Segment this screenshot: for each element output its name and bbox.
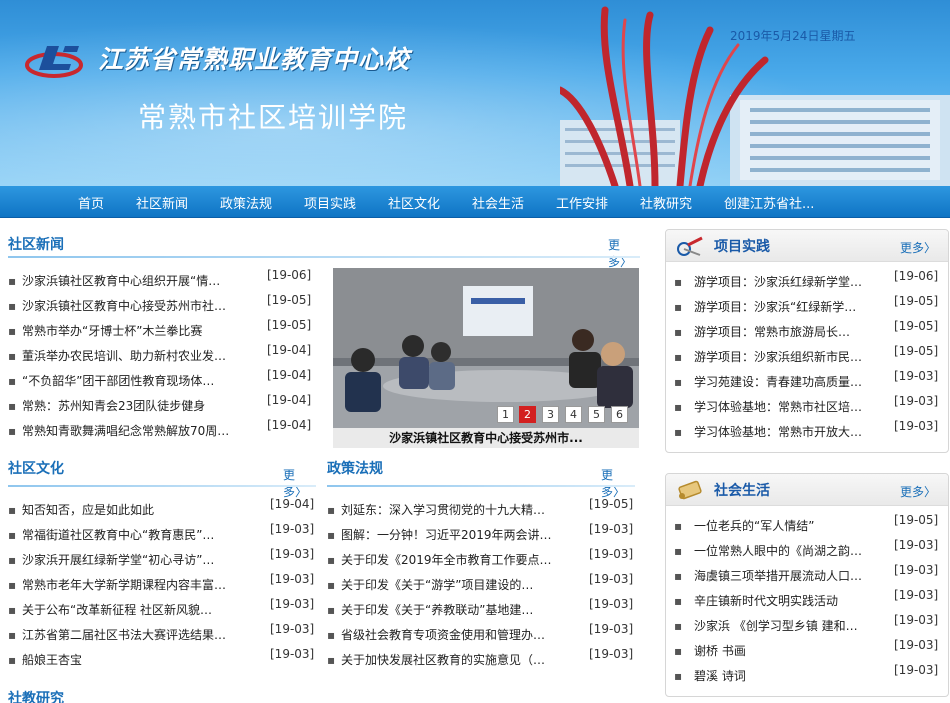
nav-work-plan[interactable]: 工作安排 <box>556 193 608 212</box>
projects-box-header: 项目实践 更多〉 <box>666 230 948 262</box>
nav-community-news[interactable]: 社区新闻 <box>136 193 188 212</box>
bullet-icon: ▪ <box>8 349 17 363</box>
divider <box>8 256 640 258</box>
nav-research[interactable]: 社教研究 <box>640 193 692 212</box>
bullet-icon: ▪ <box>327 653 336 667</box>
bullet-icon: ▪ <box>8 299 17 313</box>
divider <box>327 485 635 487</box>
policy-list: ▪ 刘延东：深入学习贯彻党的十九大精… [19-05] ▪ 图解：一分钟！习近平201… <box>327 497 637 673</box>
bullet-icon: ▪ <box>674 275 683 289</box>
social-life-more-link[interactable]: 更多〉 <box>900 483 936 500</box>
bullet-icon: ▪ <box>8 553 17 567</box>
projects-title: 项目实践 <box>714 239 770 255</box>
social-life-title: 社会生活 <box>714 483 770 499</box>
school-name: 江苏省常熟职业教育中心校 <box>98 45 411 74</box>
bullet-icon: ▪ <box>8 324 17 338</box>
nav-projects[interactable]: 项目实践 <box>304 193 356 212</box>
bullet-icon: ▪ <box>8 274 17 288</box>
main-nav: 首页 社区新闻 政策法规 项目实践 社区文化 社会生活 工作安排 社教研究 创建… <box>0 186 950 218</box>
bullet-icon: ▪ <box>8 603 17 617</box>
nav-community-culture[interactable]: 社区文化 <box>388 193 440 212</box>
bullet-icon: ▪ <box>327 528 336 542</box>
social-life-box-header: 社会生活 更多〉 <box>666 474 948 506</box>
bullet-icon: ▪ <box>674 569 683 583</box>
community-news-more-link[interactable]: 更多〉 <box>608 236 640 270</box>
meeting-photo <box>333 268 639 428</box>
bullet-icon: ▪ <box>674 669 683 683</box>
compass-icon <box>677 236 703 256</box>
social-life-box: 社会生活 更多〉 ▪ 一位老兵的“军人情结” [19-05] ▪ 一位常熟人眼中的《尚… <box>665 473 949 697</box>
slide-dot-4[interactable]: 4 <box>565 406 582 423</box>
list-item[interactable]: ▪ 碧溪 诗词 [19-03] <box>674 663 944 689</box>
research-header-partial: 社教研究 <box>8 688 308 703</box>
community-culture-header: 社区文化 更多〉 <box>8 458 316 499</box>
nav-create-jiangsu[interactable]: 创建江苏省社... <box>724 193 814 212</box>
bullet-icon: ▪ <box>674 350 683 364</box>
header-banner: 江苏省常熟职业教育中心校 常熟市社区培训学院 2019年5月24日星期五 <box>0 0 950 186</box>
bullet-icon: ▪ <box>8 628 17 642</box>
slide-dot-5[interactable]: 5 <box>588 406 605 423</box>
research-title: 社教研究 <box>8 691 64 703</box>
news-photo-slideshow[interactable] <box>333 268 639 428</box>
nav-home[interactable]: 首页 <box>78 193 104 212</box>
bullet-icon: ▪ <box>674 644 683 658</box>
nav-policy[interactable]: 政策法规 <box>220 193 272 212</box>
school-logo-icon <box>25 46 83 78</box>
bullet-icon: ▪ <box>327 628 336 642</box>
bullet-icon: ▪ <box>674 425 683 439</box>
policy-header: 政策法规 更多〉 <box>327 458 635 499</box>
list-item[interactable]: ▪ 船娘王杏宝 [19-03] <box>8 647 318 673</box>
bullet-icon: ▪ <box>327 503 336 517</box>
slide-dot-6[interactable]: 6 <box>611 406 628 423</box>
bullet-icon: ▪ <box>8 653 17 667</box>
slide-dot-3[interactable]: 3 <box>542 406 559 423</box>
bullet-icon: ▪ <box>327 553 336 567</box>
bullet-icon: ▪ <box>8 578 17 592</box>
photo-caption[interactable]: 沙家浜镇社区教育中心接受苏州市... <box>333 428 639 448</box>
list-item[interactable]: ▪ 学习体验基地：常熟市开放大… [19-03] <box>674 419 944 445</box>
slide-dot-1[interactable]: 1 <box>497 406 514 423</box>
bullet-icon: ▪ <box>674 619 683 633</box>
divider <box>8 485 316 487</box>
community-news-title: 社区新闻 <box>8 237 64 253</box>
projects-box: 项目实践 更多〉 ▪ 游学项目：沙家浜红绿新学堂… [19-06] ▪ 游学项目：沙家… <box>665 229 949 453</box>
nav-social-life[interactable]: 社会生活 <box>472 193 524 212</box>
bullet-icon: ▪ <box>674 375 683 389</box>
current-date: 2019年5月24日星期五 <box>730 29 856 43</box>
bullet-icon: ▪ <box>327 578 336 592</box>
list-item[interactable]: ▪ 关于加快发展社区教育的实施意见（… [19-03] <box>327 647 637 673</box>
bullet-icon: ▪ <box>674 325 683 339</box>
community-news-list: ▪ 沙家浜镇社区教育中心组织开展“情… [19-06] ▪ 沙家浜镇社区教育中心接受苏… <box>8 268 326 444</box>
projects-list: ▪ 游学项目：沙家浜红绿新学堂… [19-06] ▪ 游学项目：沙家浜“红绿新学… [1… <box>674 269 944 445</box>
bullet-icon: ▪ <box>674 400 683 414</box>
policy-title: 政策法规 <box>327 461 383 477</box>
community-culture-title: 社区文化 <box>8 461 64 477</box>
bullet-icon: ▪ <box>674 300 683 314</box>
bullet-icon: ▪ <box>8 424 17 438</box>
slide-dot-2-active[interactable]: 2 <box>519 406 536 423</box>
bullet-icon: ▪ <box>674 594 683 608</box>
bullet-icon: ▪ <box>8 399 17 413</box>
bullet-icon: ▪ <box>327 603 336 617</box>
projects-more-link[interactable]: 更多〉 <box>900 239 936 256</box>
community-culture-list: ▪ 知否知否，应是如此如此 [19-04] ▪ 常福街道社区教育中心“教育惠民”… [1… <box>8 497 318 673</box>
scroll-icon <box>678 480 702 500</box>
bullet-icon: ▪ <box>674 544 683 558</box>
bullet-icon: ▪ <box>8 528 17 542</box>
bullet-icon: ▪ <box>8 503 17 517</box>
list-item[interactable]: ▪ 常熟知青歌舞满唱纪念常熟解放70周… [19-04] <box>8 418 326 444</box>
college-name: 常熟市社区培训学院 <box>138 101 409 134</box>
bullet-icon: ▪ <box>674 519 683 533</box>
bullet-icon: ▪ <box>8 374 17 388</box>
social-life-list: ▪ 一位老兵的“军人情结” [19-05] ▪ 一位常熟人眼中的《尚湖之韵… [19-0… <box>674 513 944 689</box>
